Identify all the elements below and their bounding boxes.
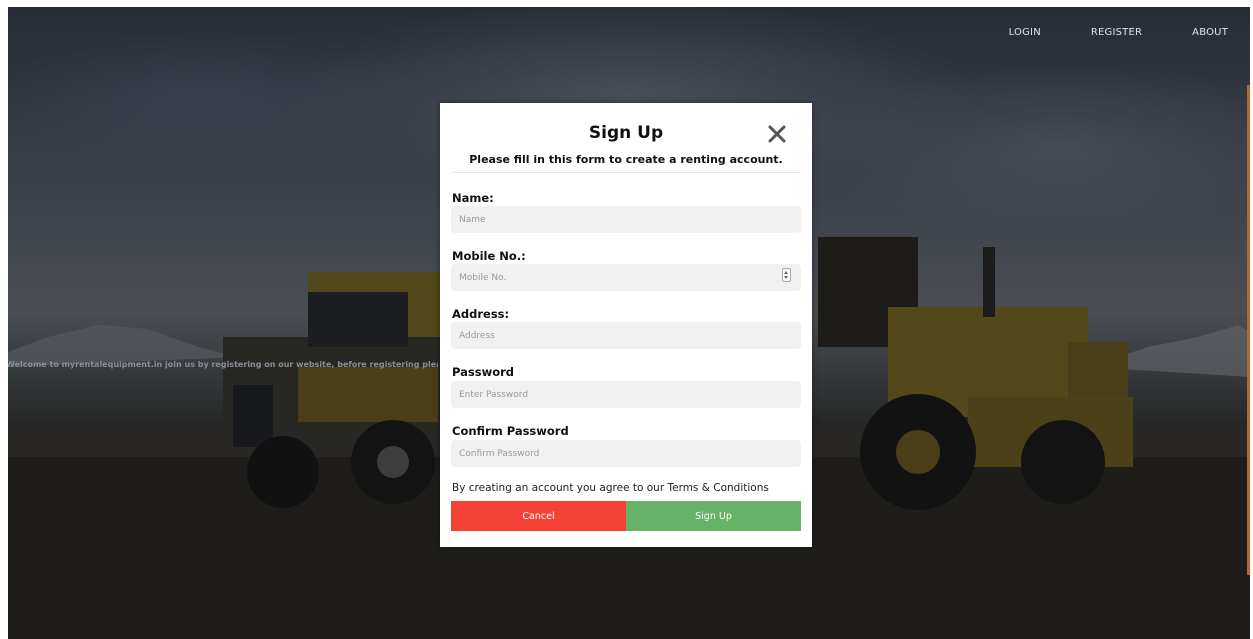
close-icon[interactable] (766, 123, 788, 145)
modal-title: Sign Up (588, 123, 664, 143)
name-label: Name: (452, 191, 494, 205)
signup-modal: Sign Up Please fill in this form to crea… (440, 103, 812, 547)
mobile-input[interactable] (451, 264, 801, 291)
divider (451, 172, 801, 173)
mobile-label: Mobile No.: (452, 249, 526, 263)
nav-login-link[interactable]: LOGIN (1009, 27, 1041, 38)
terms-text: By creating an account you agree to our … (452, 482, 769, 494)
password-label: Password (452, 365, 514, 379)
nav-register-link[interactable]: REGISTER (1091, 27, 1142, 38)
nav-about-link[interactable]: ABOUT (1192, 27, 1228, 38)
welcome-marquee: Welcome to myrentalequipment.in join us … (8, 360, 438, 369)
modal-subtitle: Please fill in this form to create a ren… (469, 153, 783, 166)
name-input[interactable] (451, 206, 801, 233)
top-nav: LOGIN REGISTER ABOUT (989, 27, 1250, 38)
address-label: Address: (452, 307, 510, 321)
confirm-password-label: Confirm Password (452, 424, 569, 438)
accent-bar (1247, 85, 1250, 575)
signup-button[interactable]: Sign Up (626, 501, 801, 531)
confirm-password-input[interactable] (451, 440, 801, 467)
mobile-stepper-icon[interactable] (782, 268, 791, 282)
cancel-button[interactable]: Cancel (451, 501, 626, 531)
password-input[interactable] (451, 381, 801, 408)
address-input[interactable] (451, 322, 801, 349)
